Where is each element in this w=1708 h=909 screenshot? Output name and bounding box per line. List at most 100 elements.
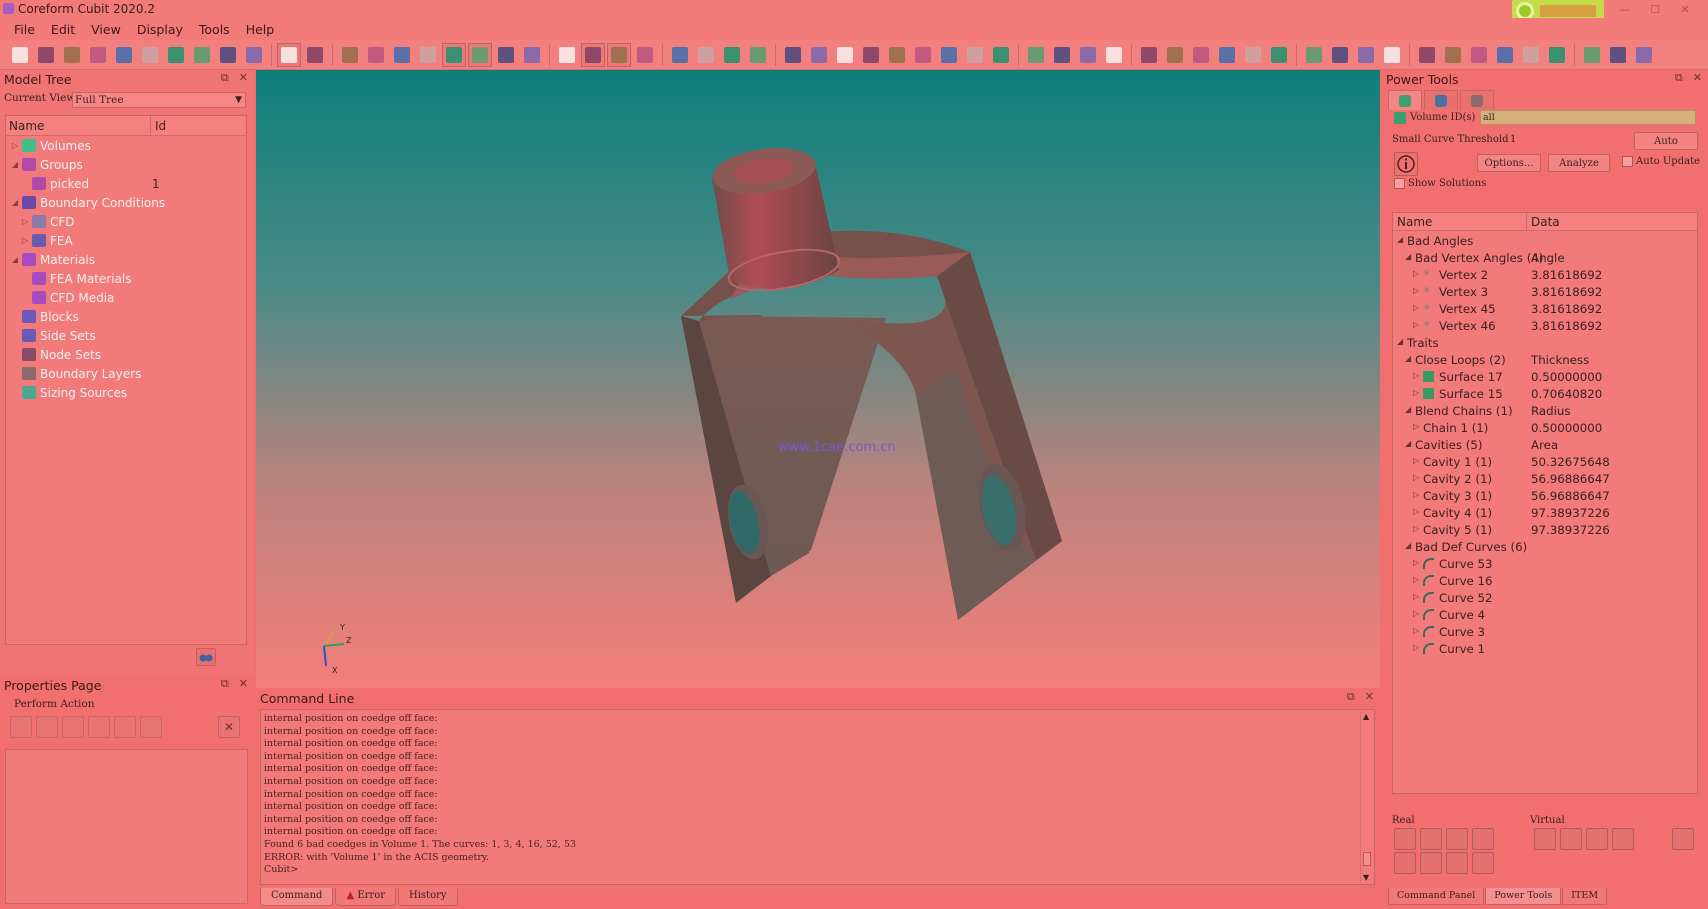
expander-icon[interactable]: ▷ [1413, 490, 1419, 499]
grid-action-icon[interactable] [114, 716, 136, 738]
expander-icon[interactable]: ▷ [1413, 286, 1419, 295]
tree-item[interactable]: ▷ CFD [6, 212, 246, 231]
expander-icon[interactable]: ▷ [20, 217, 30, 226]
auto-update-checkbox[interactable] [1622, 156, 1633, 167]
volume-icon[interactable] [807, 43, 831, 67]
result-row[interactable]: ◢ Traits [1393, 335, 1697, 352]
group-icon[interactable] [911, 43, 935, 67]
zoom-out-icon[interactable] [694, 43, 718, 67]
minus-icon[interactable] [1493, 43, 1517, 67]
command-output[interactable]: internal position on coedge off face: int… [260, 709, 1375, 885]
real-heal-icon[interactable] [1446, 852, 1468, 874]
hidden-line-icon[interactable] [607, 42, 631, 67]
boundary-action-icon[interactable] [36, 716, 58, 738]
view-left-icon[interactable] [468, 42, 492, 67]
expander-icon[interactable]: ▷ [1413, 643, 1419, 652]
expander-icon[interactable]: ▷ [1413, 320, 1419, 329]
command-scrollbar[interactable]: ▲ ▼ [1360, 712, 1372, 882]
arrow-icon[interactable] [1328, 43, 1352, 67]
refresh-analysis-icon[interactable] [1672, 828, 1694, 850]
tree-item[interactable]: ◢ Boundary Conditions [6, 193, 246, 212]
menu-file[interactable]: File [6, 22, 43, 37]
text-icon[interactable] [1441, 43, 1465, 67]
curve-icon[interactable] [859, 43, 883, 67]
result-row[interactable]: ▷ Cavity 5 (1) 97.38937226 [1393, 522, 1697, 539]
export-icon[interactable] [112, 43, 136, 67]
result-row[interactable]: ▷ Curve 52 [1393, 590, 1697, 607]
graphics-viewport[interactable]: www.1cae.com.cn Y Z X [256, 70, 1380, 688]
tree-item[interactable]: ◢ Groups [6, 155, 246, 174]
stop-icon[interactable] [216, 43, 240, 67]
result-row[interactable]: ▷ ✳ Vertex 45 3.81618692 [1393, 301, 1697, 318]
measure-icon[interactable] [1354, 43, 1378, 67]
tree-item[interactable]: Node Sets [6, 345, 246, 364]
analysis-results-tree[interactable]: Name Data ◢ Bad Angles ◢ Bad Vertex Angles … [1392, 212, 1698, 794]
open-file-icon[interactable] [34, 43, 58, 67]
tab-geometry[interactable] [1388, 90, 1422, 110]
view-front-icon[interactable] [364, 43, 388, 67]
cut-icon[interactable] [781, 43, 805, 67]
result-row[interactable]: ▷ Surface 17 0.50000000 [1393, 369, 1697, 386]
tree-item[interactable]: ◢ Materials [6, 250, 246, 269]
surface-icon[interactable] [833, 43, 857, 67]
menu-help[interactable]: Help [238, 22, 283, 37]
tree-item[interactable]: CFD Media [6, 288, 246, 307]
tree-item[interactable]: Side Sets [6, 326, 246, 345]
expander-icon[interactable]: ▷ [1413, 592, 1419, 601]
new-file-icon[interactable] [8, 43, 32, 67]
close-panel-icon[interactable]: ✕ [239, 71, 248, 85]
tree-filter-button[interactable] [196, 648, 216, 666]
boundary-icon[interactable] [1267, 43, 1291, 67]
pick-volume-icon[interactable] [1024, 43, 1048, 67]
result-row[interactable]: ▷ Cavity 3 (1) 56.96886647 [1393, 488, 1697, 505]
cube-icon[interactable] [1606, 43, 1630, 67]
brick-icon[interactable] [1215, 43, 1239, 67]
scroll-thumb[interactable] [1363, 852, 1371, 866]
tree-item[interactable]: Boundary Layers [6, 364, 246, 383]
virtual-arrow-icon[interactable] [1560, 828, 1582, 850]
result-row[interactable]: ▷ Chain 1 (1) 0.50000000 [1393, 420, 1697, 437]
save-as-icon[interactable] [86, 43, 110, 67]
pick-vertex-icon[interactable] [1102, 43, 1126, 67]
expander-icon[interactable]: ◢ [10, 255, 20, 264]
close-panel-icon[interactable]: ✕ [1365, 690, 1374, 704]
menu-view[interactable]: View [83, 22, 129, 37]
axis-icon[interactable] [1302, 43, 1326, 67]
expander-icon[interactable]: ◢ [1405, 405, 1411, 414]
real-blend-icon[interactable] [1420, 828, 1442, 850]
zoom-in-icon[interactable] [668, 43, 692, 67]
tab-power-tools[interactable]: Power Tools [1485, 888, 1562, 905]
result-row[interactable]: ▷ ✳ Vertex 46 3.81618692 [1393, 318, 1697, 335]
expander-icon[interactable]: ▷ [1413, 626, 1419, 635]
expander-icon[interactable]: ▷ [1413, 456, 1419, 465]
thermo-icon[interactable] [1380, 43, 1404, 67]
result-row[interactable]: ◢ Blend Chains (1) Radius [1393, 403, 1697, 420]
close-panel-icon[interactable]: ✕ [239, 677, 248, 691]
minimize-button[interactable]: — [1610, 0, 1640, 18]
journal-icon[interactable] [138, 43, 162, 67]
layers-action-icon[interactable] [140, 716, 162, 738]
auto-button[interactable]: Auto [1634, 132, 1698, 150]
real-split-icon[interactable] [1472, 852, 1494, 874]
result-row[interactable]: ◢ Bad Angles [1393, 233, 1697, 250]
crosshair-icon[interactable] [1137, 43, 1161, 67]
tree-item[interactable]: ▷ FEA [6, 231, 246, 250]
tree-item[interactable]: Sizing Sources [6, 383, 246, 402]
view-bottom-icon[interactable] [442, 42, 466, 67]
result-row[interactable]: ▷ Curve 1 [1393, 641, 1697, 658]
expander-icon[interactable]: ▷ [1413, 269, 1419, 278]
float-panel-icon[interactable]: ⧉ [221, 71, 229, 85]
view-right-icon[interactable] [494, 43, 518, 67]
volume-ids-input[interactable]: all [1480, 110, 1696, 125]
expander-icon[interactable]: ▷ [1413, 507, 1419, 516]
view-top-icon[interactable] [416, 43, 440, 67]
line-icon[interactable] [1163, 43, 1187, 67]
float-panel-icon[interactable]: ⧉ [221, 677, 229, 691]
select-icon[interactable] [277, 42, 301, 67]
options-button[interactable]: Options... [1477, 154, 1541, 172]
result-row[interactable]: ◢ Cavities (5) Area [1393, 437, 1697, 454]
virtual-collapse-icon[interactable] [1534, 828, 1556, 850]
real-merge-icon[interactable] [1420, 852, 1442, 874]
tab-mesh[interactable] [1424, 90, 1458, 110]
expander-icon[interactable]: ◢ [1397, 337, 1403, 346]
